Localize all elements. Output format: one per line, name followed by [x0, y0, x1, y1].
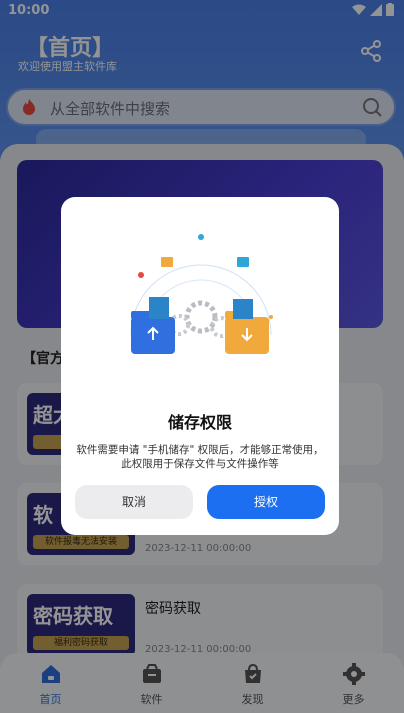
dialog-message: 软件需要申请 "手机储存" 权限后，才能够正常使用，此权限用于保存文件与文件操作…	[76, 444, 324, 470]
permission-dialog: 储存权限 软件需要申请 "手机储存" 权限后，才能够正常使用，此权限用于保存文件…	[61, 197, 339, 535]
dialog-title: 储存权限	[167, 413, 232, 432]
cancel-button[interactable]: 取消	[75, 485, 193, 519]
storage-illustration	[130, 234, 273, 354]
authorize-button[interactable]: 授权	[207, 485, 325, 519]
